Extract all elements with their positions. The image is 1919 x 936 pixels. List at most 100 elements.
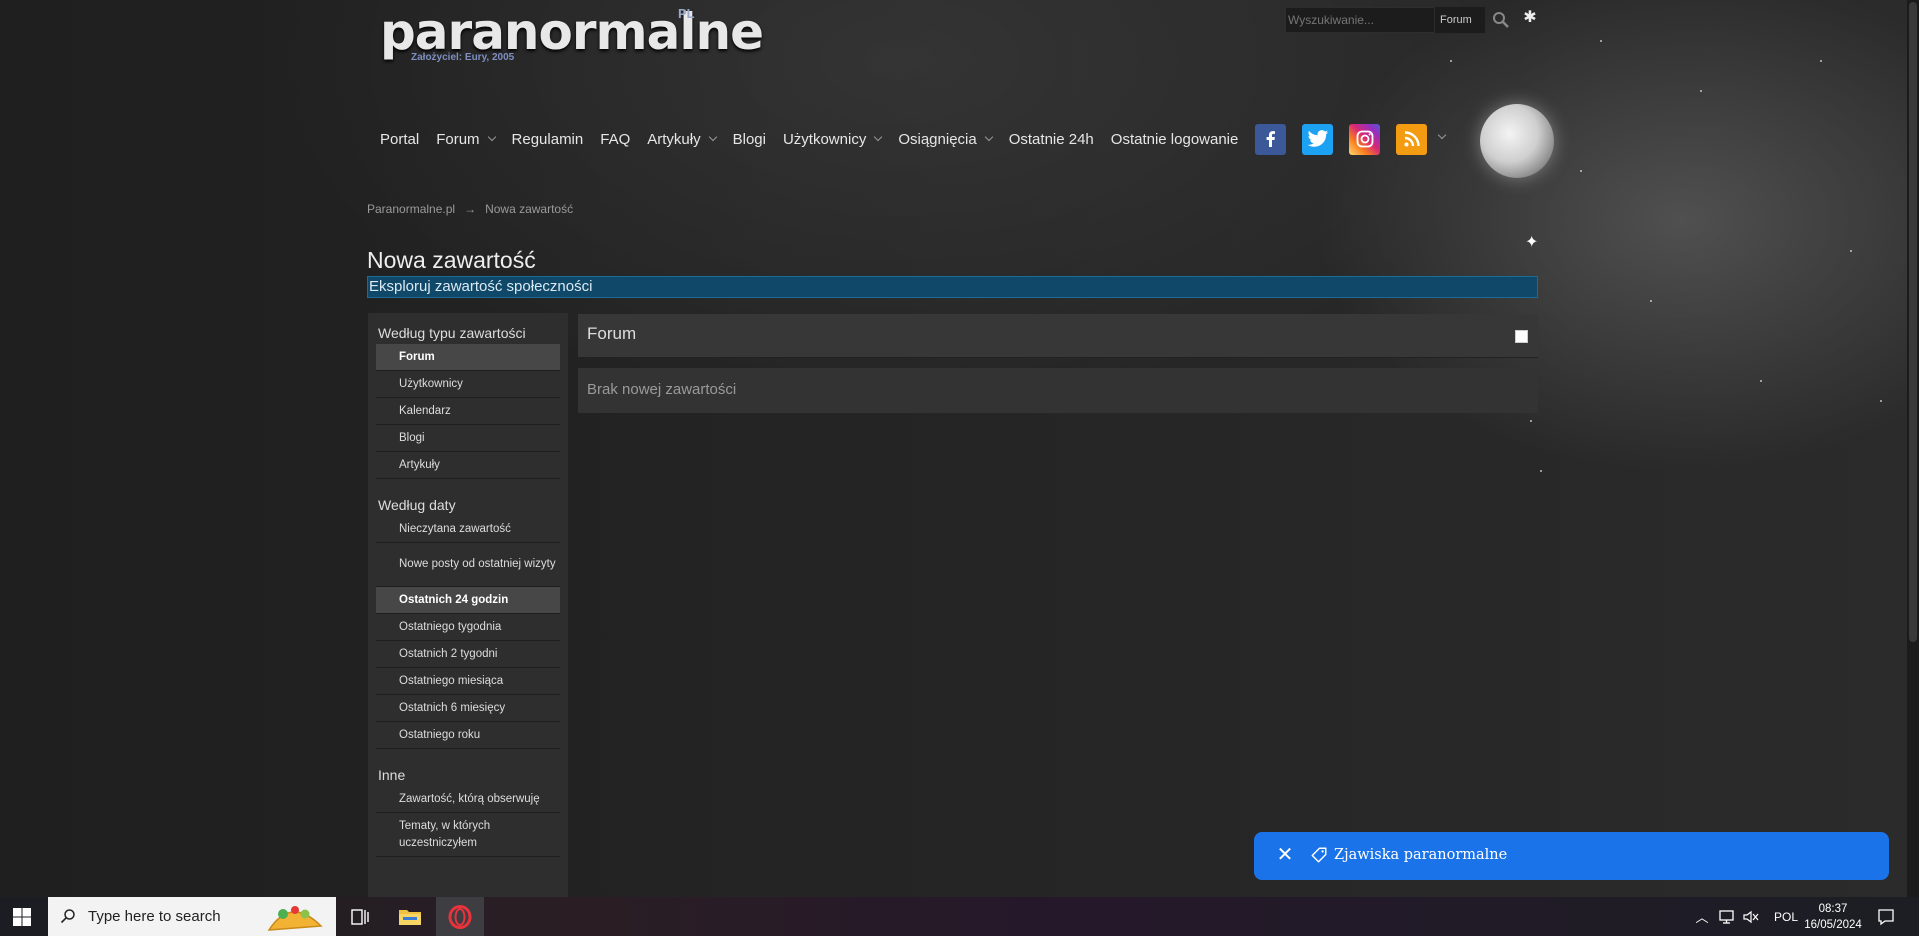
sidebar-item-last-24h[interactable]: Ostatnich 24 godzin bbox=[376, 587, 560, 614]
opera-browser-button[interactable] bbox=[436, 897, 484, 936]
clock-date: 16/05/2024 bbox=[1804, 919, 1862, 931]
logo-pl: PL bbox=[678, 6, 695, 21]
facebook-icon bbox=[1266, 131, 1275, 147]
sidebar-item-kalendarz[interactable]: Kalendarz bbox=[376, 398, 560, 425]
nav-ostatnie-logowanie[interactable]: Ostatnie logowanie bbox=[1111, 131, 1239, 148]
taskbar-search-placeholder: Type here to search bbox=[88, 908, 221, 925]
sidebar-heading-date: Według daty bbox=[378, 497, 456, 513]
moon-decoration bbox=[1480, 104, 1554, 178]
search-icon bbox=[60, 909, 75, 924]
sidebar-list-date: Nieczytana zawartość Nowe posty od ostat… bbox=[376, 516, 560, 749]
clock-time: 08:37 bbox=[1818, 903, 1848, 915]
rss-link[interactable] bbox=[1396, 123, 1428, 155]
language-indicator[interactable]: POL bbox=[1774, 910, 1798, 924]
sidebar-item-blogi[interactable]: Blogi bbox=[376, 425, 560, 452]
nav-artykuly[interactable]: Artykuły bbox=[647, 131, 717, 148]
nav-ostatnie-24h[interactable]: Ostatnie 24h bbox=[1009, 131, 1094, 148]
topic-toast[interactable]: ✕ Zjawiska paranormalne bbox=[1254, 832, 1889, 880]
page-scrollbar[interactable] bbox=[1907, 0, 1919, 897]
sidebar-heading-type: Według typu zawartości bbox=[378, 325, 526, 341]
sidebar-heading-other: Inne bbox=[378, 767, 406, 783]
twitter-link[interactable] bbox=[1302, 123, 1334, 155]
search-icon bbox=[1493, 12, 1509, 28]
nav-forum[interactable]: Forum bbox=[436, 131, 496, 148]
logo-founder: Założyciel: Eury, 2005 bbox=[411, 52, 515, 63]
task-view-icon bbox=[351, 908, 369, 925]
chevron-down-icon bbox=[984, 132, 993, 142]
social-links bbox=[1255, 123, 1447, 155]
scrollbar-thumb[interactable] bbox=[1909, 2, 1917, 642]
sidebar-list-type: Forum Użytkownicy Kalendarz Blogi Artyku… bbox=[376, 344, 560, 479]
file-explorer-button[interactable] bbox=[386, 897, 434, 936]
page-title: Nowa zawartość bbox=[367, 247, 536, 273]
nav-portal[interactable]: Portal bbox=[380, 131, 419, 148]
twitter-icon bbox=[1307, 130, 1328, 147]
empty-message: Brak nowej zawartości bbox=[587, 381, 737, 398]
sidebar-item-last-6-months[interactable]: Ostatnich 6 miesięcy bbox=[376, 695, 560, 722]
windows-taskbar: Type here to search ︿ POL 08:37 16/05/20… bbox=[0, 897, 1919, 936]
notification-icon bbox=[1878, 908, 1894, 925]
taskbar-search[interactable]: Type here to search bbox=[48, 897, 336, 936]
breadcrumb-home[interactable]: Paranormalne.pl bbox=[367, 202, 455, 216]
toast-label: Zjawiska paranormalne bbox=[1334, 847, 1508, 863]
breadcrumb-current: Nowa zawartość bbox=[485, 202, 574, 216]
breadcrumb: Paranormalne.pl → Nowa zawartość bbox=[367, 202, 573, 216]
folder-icon bbox=[399, 909, 421, 925]
content-panel-body: Brak nowej zawartości bbox=[578, 368, 1538, 413]
nav-faq[interactable]: FAQ bbox=[600, 131, 630, 148]
search-button[interactable] bbox=[1490, 9, 1512, 31]
sidebar-item-participated[interactable]: Tematy, w których uczestniczyłem bbox=[376, 813, 560, 857]
tag-icon bbox=[1311, 847, 1327, 863]
sidebar-item-unread[interactable]: Nieczytana zawartość bbox=[376, 516, 560, 543]
opera-icon bbox=[448, 904, 472, 929]
main-nav: Portal Forum Regulamin FAQ Artykuły Blog… bbox=[380, 123, 1447, 155]
panel-title: Forum bbox=[587, 324, 637, 343]
rss-icon bbox=[1404, 131, 1420, 147]
network-icon[interactable] bbox=[1718, 909, 1736, 925]
chevron-up-icon[interactable]: ︿ bbox=[1692, 907, 1712, 926]
sidebar-item-artykuly[interactable]: Artykuły bbox=[376, 452, 560, 479]
chevron-down-icon bbox=[874, 132, 883, 142]
nav-regulamin[interactable]: Regulamin bbox=[512, 131, 584, 148]
breadcrumb-separator: → bbox=[464, 202, 477, 216]
sidebar-item-followed[interactable]: Zawartość, którą obserwuję bbox=[376, 786, 560, 813]
sidebar-item-last-week[interactable]: Ostatniego tygodnia bbox=[376, 614, 560, 641]
instagram-icon bbox=[1356, 130, 1374, 148]
sidebar-item-last-year[interactable]: Ostatniego roku bbox=[376, 722, 560, 749]
sidebar-list-other: Zawartość, którą obserwuję Tematy, w któ… bbox=[376, 786, 560, 857]
sidebar-item-forum[interactable]: Forum bbox=[376, 344, 560, 371]
nav-uzytkownicy[interactable]: Użytkownicy bbox=[783, 131, 883, 148]
chevron-down-icon bbox=[487, 132, 496, 142]
speaker-muted-icon[interactable] bbox=[1742, 909, 1760, 925]
search-input[interactable] bbox=[1286, 8, 1434, 32]
search-options-button[interactable]: ✱ bbox=[1520, 8, 1540, 28]
facebook-link[interactable] bbox=[1255, 123, 1287, 155]
sidebar-item-last-2-weeks[interactable]: Ostatnich 2 tygodni bbox=[376, 641, 560, 668]
notifications-button[interactable] bbox=[1864, 897, 1908, 936]
windows-logo-icon bbox=[13, 908, 31, 926]
instagram-link[interactable] bbox=[1349, 123, 1381, 155]
browser-page: paranormalne PL Założyciel: Eury, 2005 F… bbox=[0, 0, 1919, 897]
page-description: Eksploruj zawartość społeczności bbox=[367, 276, 1538, 298]
close-icon[interactable]: ✕ bbox=[1274, 844, 1296, 866]
chevron-down-icon bbox=[708, 132, 717, 142]
taco-icon bbox=[267, 906, 323, 931]
select-all-checkbox[interactable] bbox=[1515, 330, 1528, 343]
sidebar-item-since-last-visit[interactable]: Nowe posty od ostatniej wizyty bbox=[376, 543, 560, 587]
content-filter-sidebar: Według typu zawartości Forum Użytkownicy… bbox=[368, 313, 568, 897]
taskbar-clock[interactable]: 08:37 16/05/2024 bbox=[1798, 901, 1868, 933]
gear-icon: ✱ bbox=[1523, 9, 1537, 26]
sparkle-decoration: ✦ bbox=[1525, 234, 1539, 251]
nav-osiagniecia[interactable]: Osiągnięcia bbox=[898, 131, 993, 148]
sidebar-item-last-month[interactable]: Ostatniego miesiąca bbox=[376, 668, 560, 695]
search-scope-select[interactable]: Forum bbox=[1435, 7, 1485, 33]
task-view-button[interactable] bbox=[336, 897, 384, 936]
system-tray: ︿ POL bbox=[1692, 897, 1798, 936]
content-panel-header: Forum bbox=[578, 314, 1538, 358]
chevron-down-icon[interactable] bbox=[1438, 130, 1447, 140]
start-button[interactable] bbox=[12, 907, 32, 927]
site-logo[interactable]: paranormalne PL Założyciel: Eury, 2005 bbox=[380, 4, 764, 63]
nav-blogi[interactable]: Blogi bbox=[733, 131, 766, 148]
search-field[interactable] bbox=[1285, 7, 1435, 33]
sidebar-item-uzytkownicy[interactable]: Użytkownicy bbox=[376, 371, 560, 398]
